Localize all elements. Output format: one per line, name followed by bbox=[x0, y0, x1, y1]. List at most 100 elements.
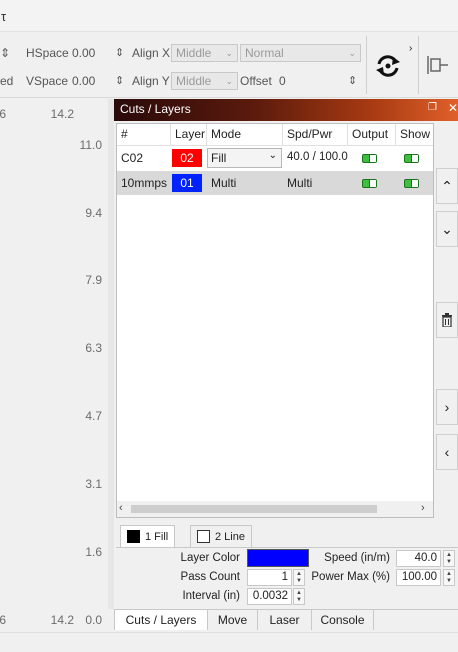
move-layer-down-button[interactable]: ⌄ bbox=[436, 211, 458, 247]
delete-layer-button[interactable] bbox=[436, 302, 458, 338]
ruler-tick: 11.0 bbox=[79, 138, 102, 152]
scroll-right-icon[interactable]: › bbox=[421, 502, 425, 514]
row-name: C02 bbox=[121, 151, 144, 165]
float-window-icon[interactable]: ❐ bbox=[428, 102, 437, 113]
toolbar-separator bbox=[366, 36, 367, 94]
hspace-spinner-icon[interactable]: ⇕ bbox=[115, 46, 124, 59]
chevron-left-icon: ‹ bbox=[444, 444, 450, 460]
mode-value: Multi bbox=[211, 176, 237, 190]
show-toggle[interactable] bbox=[404, 154, 419, 163]
collapse-left-button[interactable]: ‹ bbox=[436, 434, 458, 470]
trash-icon bbox=[442, 313, 452, 327]
speed-input[interactable]: 40.0 bbox=[396, 550, 441, 567]
table-horizontal-scrollbar[interactable]: ‹ › bbox=[117, 501, 433, 517]
toolbar-overflow-icon[interactable]: › bbox=[409, 43, 412, 54]
menu-corner-glyph: τ bbox=[1, 9, 7, 24]
hspace-spin-fragment[interactable]: s⇕ bbox=[0, 46, 10, 60]
table-row[interactable]: 10mmps 01 Multi Multi bbox=[117, 171, 433, 195]
ruler-tick: 6 bbox=[0, 107, 6, 121]
align-x-label: Align X bbox=[132, 46, 171, 60]
power-max-spinner[interactable]: ▲ ▼ bbox=[443, 569, 455, 586]
column-header-layer[interactable]: Layer bbox=[171, 124, 207, 146]
align-node-icon[interactable] bbox=[426, 54, 450, 76]
row-name: 10mmps bbox=[121, 176, 168, 190]
hspace-value[interactable]: 0.00 bbox=[72, 46, 95, 60]
vspace-value[interactable]: 0.00 bbox=[72, 74, 95, 88]
chevron-down-icon: ⌄ bbox=[348, 47, 356, 58]
panel-titlebar[interactable]: Cuts / Layers ❐ ✕ bbox=[114, 99, 458, 121]
expand-right-button[interactable]: › bbox=[436, 389, 458, 425]
tab-console[interactable]: Console bbox=[312, 610, 374, 630]
align-y-select[interactable]: Middle ⌄ bbox=[171, 72, 238, 90]
align-y-label: Align Y bbox=[132, 74, 170, 88]
table-row[interactable]: C02 02 Fill ⌄ 40.0 / 100.0 bbox=[117, 146, 433, 170]
row2-cut-label: ed bbox=[0, 74, 14, 88]
layer-chip: 01 bbox=[172, 174, 202, 192]
bottom-tab-bar: Cuts / Layers Move Laser Console bbox=[114, 610, 458, 632]
ruler-tick: 9.4 bbox=[85, 206, 102, 220]
column-header-mode[interactable]: Mode bbox=[207, 124, 283, 146]
align-x-select[interactable]: Middle ⌄ bbox=[171, 44, 238, 62]
mode-dropdown[interactable]: Fill ⌄ bbox=[207, 148, 282, 168]
ruler-tick: 6 bbox=[0, 613, 6, 627]
subtab-fill[interactable]: 1 Fill bbox=[120, 525, 176, 547]
column-header-output[interactable]: Output bbox=[348, 124, 396, 146]
tab-laser[interactable]: Laser bbox=[258, 610, 312, 630]
layers-table: # Layer Mode Spd/Pwr Output Show C02 02 … bbox=[116, 123, 434, 518]
align-y-value: Middle bbox=[176, 74, 212, 88]
subtab-line[interactable]: 2 Line bbox=[190, 525, 252, 547]
output-toggle[interactable] bbox=[362, 154, 377, 163]
close-icon[interactable]: ✕ bbox=[448, 101, 458, 115]
chevron-down-icon: ⌄ bbox=[268, 150, 277, 161]
output-toggle[interactable] bbox=[362, 179, 377, 188]
interval-spinner[interactable]: ▲ ▼ bbox=[293, 588, 305, 605]
pass-count-input[interactable]: 1 bbox=[247, 569, 292, 586]
ruler-tick: 1.6 bbox=[85, 545, 102, 559]
tab-move[interactable]: Move bbox=[208, 610, 258, 630]
column-header-spdpwr[interactable]: Spd/Pwr bbox=[283, 124, 348, 146]
power-max-label: Power Max (%) bbox=[311, 571, 390, 583]
mode-value: Normal bbox=[245, 46, 284, 60]
power-max-input[interactable]: 100.00 bbox=[396, 569, 441, 586]
pass-count-label: Pass Count bbox=[180, 571, 240, 583]
spd-pwr-value: Multi bbox=[287, 176, 313, 190]
ruler-tick: 0.0 bbox=[85, 613, 102, 627]
ruler-tick: 14.2 bbox=[50, 107, 74, 121]
scrollbar-thumb[interactable] bbox=[131, 505, 377, 513]
vspace-spinner-icon[interactable]: ⇕ bbox=[115, 74, 124, 87]
chevron-down-icon: ⌄ bbox=[225, 47, 233, 58]
layer-chip: 02 bbox=[172, 149, 202, 167]
subtab-fill-label: 1 Fill bbox=[145, 530, 169, 543]
chevron-down-icon: ⌄ bbox=[225, 75, 233, 86]
fill-swatch bbox=[127, 530, 140, 543]
line-swatch bbox=[197, 530, 210, 543]
interval-label: Interval (in) bbox=[182, 590, 240, 602]
speed-label: Speed (in/m) bbox=[324, 552, 390, 564]
subtab-line-label: 2 Line bbox=[215, 530, 245, 543]
vspace-label: VSpace bbox=[26, 74, 69, 88]
mode-select[interactable]: Normal ⌄ bbox=[240, 44, 361, 62]
column-header-number[interactable]: # bbox=[117, 124, 171, 146]
tab-cuts-layers[interactable]: Cuts / Layers bbox=[114, 610, 208, 630]
rotate-icon[interactable] bbox=[374, 52, 402, 80]
scroll-left-icon[interactable]: ‹ bbox=[119, 502, 123, 514]
chevron-up-icon: ⌃ bbox=[441, 177, 453, 194]
show-toggle[interactable] bbox=[404, 179, 419, 188]
offset-value[interactable]: 0 bbox=[279, 74, 286, 88]
interval-input[interactable]: 0.0032 bbox=[247, 588, 292, 605]
arrange-toolbar: s⇕ HSpace 0.00 ⇕ Align X Middle ⌄ Normal… bbox=[0, 32, 458, 98]
spd-pwr-value: 40.0 / 100.0 bbox=[287, 151, 348, 163]
move-layer-up-button[interactable]: ⌃ bbox=[436, 168, 458, 204]
speed-spinner[interactable]: ▲ ▼ bbox=[443, 550, 455, 567]
align-x-value: Middle bbox=[176, 46, 212, 60]
hspace-label: HSpace bbox=[26, 46, 69, 60]
column-header-show[interactable]: Show bbox=[396, 124, 433, 146]
offset-spinner-icon[interactable]: ⇕ bbox=[348, 74, 357, 87]
ruler-tick: 7.9 bbox=[85, 273, 102, 287]
subtab-divider bbox=[116, 547, 458, 548]
toolbar-separator bbox=[418, 36, 419, 94]
layer-color-label: Layer Color bbox=[180, 552, 240, 564]
chevron-down-icon: ⌄ bbox=[441, 220, 453, 237]
top-menu-strip: τ bbox=[0, 0, 458, 32]
offset-label: Offset bbox=[240, 74, 272, 88]
